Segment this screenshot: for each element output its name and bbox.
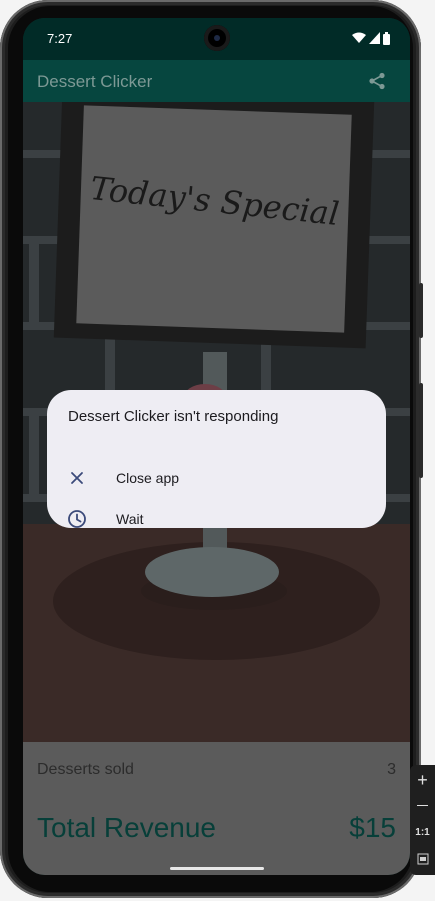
power-button <box>419 383 423 478</box>
total-revenue-label: Total Revenue <box>37 812 217 843</box>
desserts-sold-label: Desserts sold <box>37 761 134 778</box>
clock-icon <box>68 510 86 528</box>
anr-dialog: Dessert Clicker isn't responding Close a… <box>47 390 386 528</box>
zoom-out-button[interactable] <box>410 793 435 819</box>
close-app-label: Close app <box>116 470 180 486</box>
phone-screen: 7:27 Dessert Clicker Today's Special Des… <box>23 18 410 875</box>
battery-icon <box>383 31 390 45</box>
wifi-icon <box>352 32 366 43</box>
status-icons <box>352 31 390 45</box>
sign-panel: Today's Special <box>76 105 352 333</box>
close-app-option[interactable]: Close app <box>47 458 386 498</box>
zoom-in-button[interactable]: + <box>410 767 435 793</box>
stats-panel: Desserts sold 3 Total Revenue $15 <box>23 742 410 875</box>
sign-stand-base <box>145 547 279 597</box>
app-bar: Dessert Clicker <box>23 60 410 102</box>
front-camera <box>204 25 230 51</box>
app-title: Dessert Clicker <box>37 72 153 91</box>
fit-screen-icon <box>417 853 428 865</box>
status-bar: 7:27 <box>23 18 410 60</box>
status-time: 7:27 <box>47 31 73 46</box>
emulator-toolbar: + 1:1 <box>410 765 435 875</box>
signal-icon <box>369 32 380 44</box>
special-sign: Today's Special <box>53 102 375 349</box>
dialog-title: Dessert Clicker isn't responding <box>68 408 279 425</box>
wait-option[interactable]: Wait <box>47 499 386 539</box>
share-icon[interactable] <box>368 72 386 90</box>
minus-icon <box>417 805 428 806</box>
brick-mortar <box>29 416 39 496</box>
sign-text: Today's Special <box>88 169 341 233</box>
desserts-sold-value: 3 <box>387 761 396 778</box>
brick-mortar <box>29 244 39 324</box>
total-revenue-value: $15 <box>349 812 396 843</box>
fit-screen-button[interactable] <box>410 846 435 872</box>
volume-button <box>419 283 423 338</box>
close-icon <box>71 472 83 484</box>
ratio-button[interactable]: 1:1 <box>410 820 435 846</box>
wait-label: Wait <box>116 511 144 527</box>
gesture-nav-handle[interactable] <box>170 867 264 870</box>
